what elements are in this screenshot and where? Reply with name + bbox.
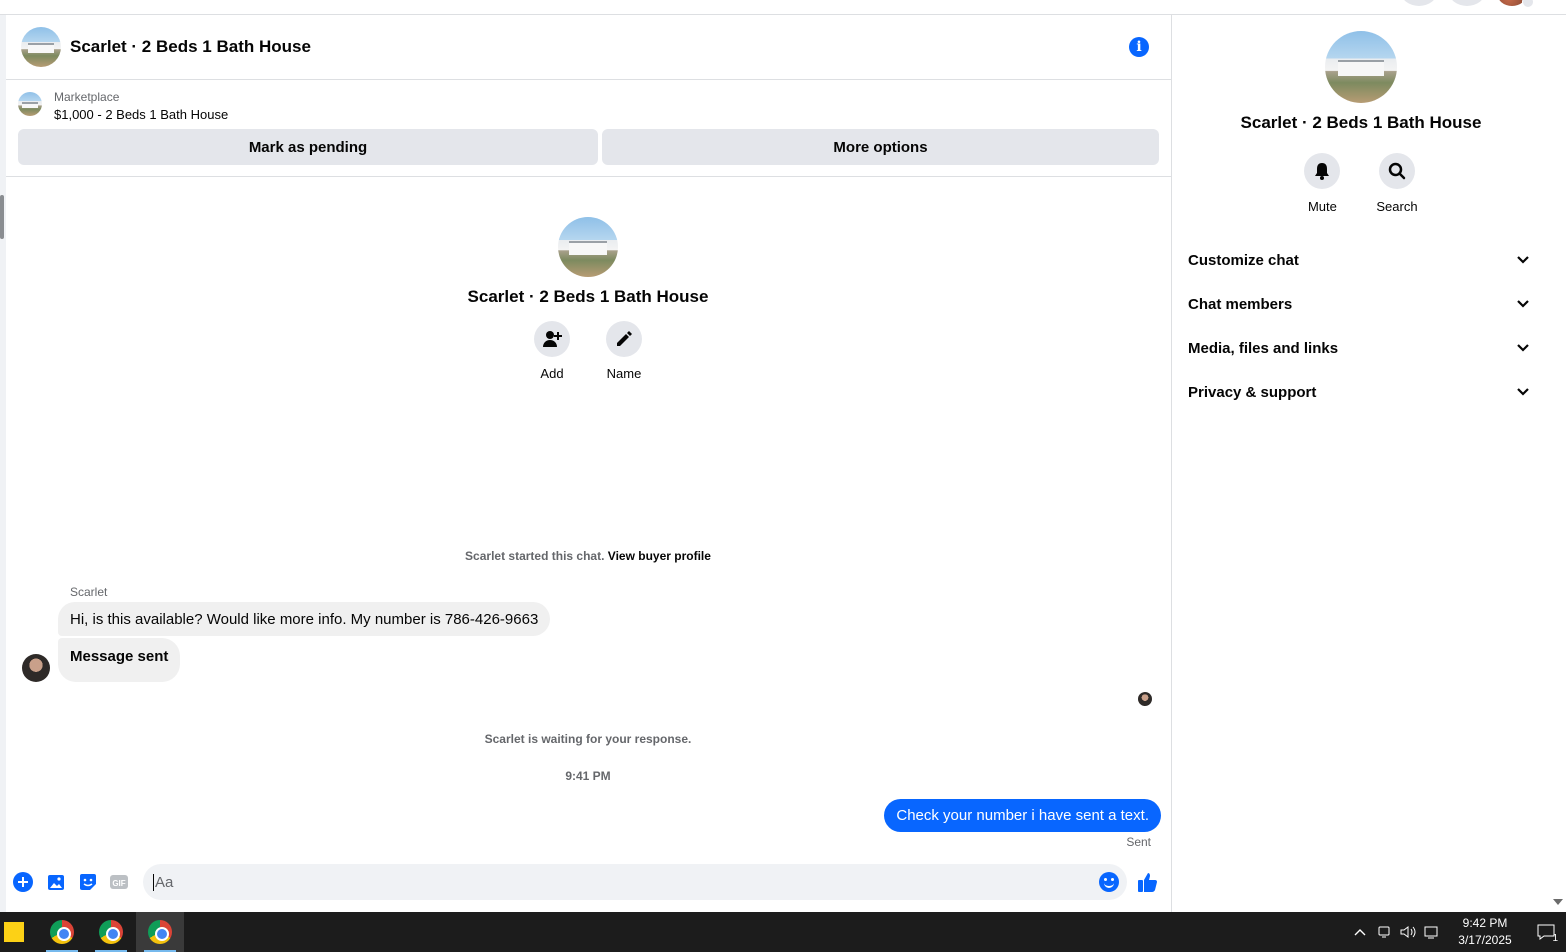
bell-icon (1304, 153, 1341, 189)
gif-label: GIF (112, 879, 125, 888)
notifications-button[interactable] (1449, 0, 1485, 6)
notification-count: 1 (1552, 933, 1558, 944)
message-thread: Scarlet · 2 Beds 1 Bath House Add Name S… (6, 177, 1171, 861)
windows-taskbar: 9:42 PM 3/17/2025 1 (0, 912, 1566, 952)
chevron-down-icon (1517, 300, 1529, 308)
add-label: Add (540, 366, 564, 381)
listing-thumbnail[interactable] (18, 92, 42, 116)
message-composer: GIF (6, 860, 1170, 904)
chrome-icon (99, 920, 123, 944)
section-label: Customize chat (1188, 251, 1299, 269)
message-input[interactable] (153, 873, 1073, 891)
mute-label: Mute (1307, 199, 1337, 214)
sticky-notes-icon (4, 922, 24, 942)
network-icon[interactable] (1420, 912, 1444, 952)
view-buyer-profile-link[interactable]: View buyer profile (608, 549, 711, 563)
section-customize-chat[interactable]: Customize chat (1188, 238, 1534, 282)
seen-indicator-avatar (1138, 692, 1152, 706)
details-avatar[interactable] (1325, 31, 1397, 103)
left-scrollbar-handle[interactable] (0, 195, 4, 239)
speaker-icon[interactable] (1396, 912, 1420, 952)
incoming-message[interactable]: Message sent (58, 638, 181, 682)
mark-as-pending-button[interactable]: Mark as pending (18, 129, 598, 165)
conversation-title[interactable]: Scarlet · 2 Beds 1 Bath House (70, 37, 311, 57)
name-button[interactable]: Name (606, 321, 642, 381)
scroll-down-arrow-icon[interactable] (1553, 899, 1563, 905)
page-scrollbar[interactable] (1550, 15, 1566, 912)
add-person-icon (534, 321, 570, 357)
chat-intro: Scarlet · 2 Beds 1 Bath House Add Name (6, 217, 1170, 381)
plus-icon[interactable] (13, 872, 33, 892)
listing-label: Marketplace (54, 90, 120, 104)
mute-button[interactable]: Mute (1304, 153, 1341, 214)
chevron-down-icon (1517, 388, 1529, 396)
listing-banner: Marketplace $1,000 - 2 Beds 1 Bath House… (6, 80, 1171, 177)
intro-title: Scarlet · 2 Beds 1 Bath House (467, 287, 709, 306)
thumbs-up-icon[interactable] (1137, 871, 1159, 893)
listing-price-title[interactable]: $1,000 - 2 Beds 1 Bath House (54, 107, 228, 122)
pencil-icon (606, 321, 642, 357)
outgoing-message[interactable]: Check your number i have sent a text. (884, 799, 1161, 832)
meet-now-icon[interactable] (1372, 912, 1396, 952)
section-label: Media, files and links (1188, 339, 1339, 357)
top-navigation-strip (0, 0, 1566, 15)
chat-panel: Scarlet · 2 Beds 1 Bath House i Marketpl… (6, 15, 1172, 912)
section-media-files-links[interactable]: Media, files and links (1188, 326, 1534, 370)
sticky-notes-app[interactable] (0, 912, 28, 952)
info-icon[interactable]: i (1129, 37, 1149, 57)
sticker-icon[interactable] (78, 872, 98, 892)
chrome-icon (148, 920, 172, 944)
chat-started-line: Scarlet started this chat. View buyer pr… (6, 549, 1170, 563)
conversation-avatar[interactable] (21, 27, 61, 67)
clock-date: 3/17/2025 (1458, 933, 1512, 947)
more-options-button[interactable]: More options (602, 129, 1159, 165)
gif-icon[interactable]: GIF (109, 872, 129, 892)
photo-icon[interactable] (46, 872, 66, 892)
section-label: Chat members (1188, 295, 1293, 313)
chat-header: Scarlet · 2 Beds 1 Bath House i (6, 15, 1171, 80)
details-title: Scarlet · 2 Beds 1 Bath House (1240, 113, 1482, 132)
intro-avatar (558, 217, 618, 277)
sender-name: Scarlet (70, 585, 108, 599)
clock-time: 9:42 PM (1462, 916, 1508, 930)
chat-started-text: Scarlet started this chat. (465, 549, 605, 563)
system-tray: 9:42 PM 3/17/2025 1 (1348, 912, 1566, 952)
conversation-details-panel: Scarlet · 2 Beds 1 Bath House Mute Searc… (1172, 15, 1550, 912)
search-in-conversation-button[interactable]: Search (1376, 153, 1418, 214)
emoji-icon[interactable] (1099, 872, 1119, 892)
chevron-down-icon (1517, 256, 1529, 264)
chevron-down-icon (1517, 344, 1529, 352)
section-label: Privacy & support (1188, 383, 1317, 401)
search-label: Search (1376, 199, 1418, 214)
message-timestamp: 9:41 PM (565, 769, 611, 783)
chrome-window-3[interactable] (136, 912, 184, 952)
notification-center-button[interactable]: 1 (1526, 912, 1566, 952)
chevron-up-icon[interactable] (1348, 912, 1372, 952)
waiting-text: Scarlet is waiting for your response. (484, 732, 692, 746)
message-input-container (143, 864, 1127, 900)
chrome-icon (50, 920, 74, 944)
chrome-window-1[interactable] (38, 912, 86, 952)
section-privacy-support[interactable]: Privacy & support (1188, 370, 1534, 414)
message-status: Sent (1126, 835, 1151, 849)
incoming-message[interactable]: Hi, is this available? Would like more i… (58, 602, 551, 636)
add-people-button[interactable]: Add (534, 321, 570, 381)
name-label: Name (606, 366, 642, 381)
account-chevron-icon[interactable] (1522, 0, 1534, 8)
system-clock[interactable]: 9:42 PM 3/17/2025 (1444, 915, 1526, 949)
sender-avatar[interactable] (22, 654, 50, 682)
section-chat-members[interactable]: Chat members (1188, 282, 1534, 326)
chrome-window-2[interactable] (87, 912, 135, 952)
search-icon (1378, 153, 1415, 189)
menu-button[interactable] (1401, 0, 1437, 6)
